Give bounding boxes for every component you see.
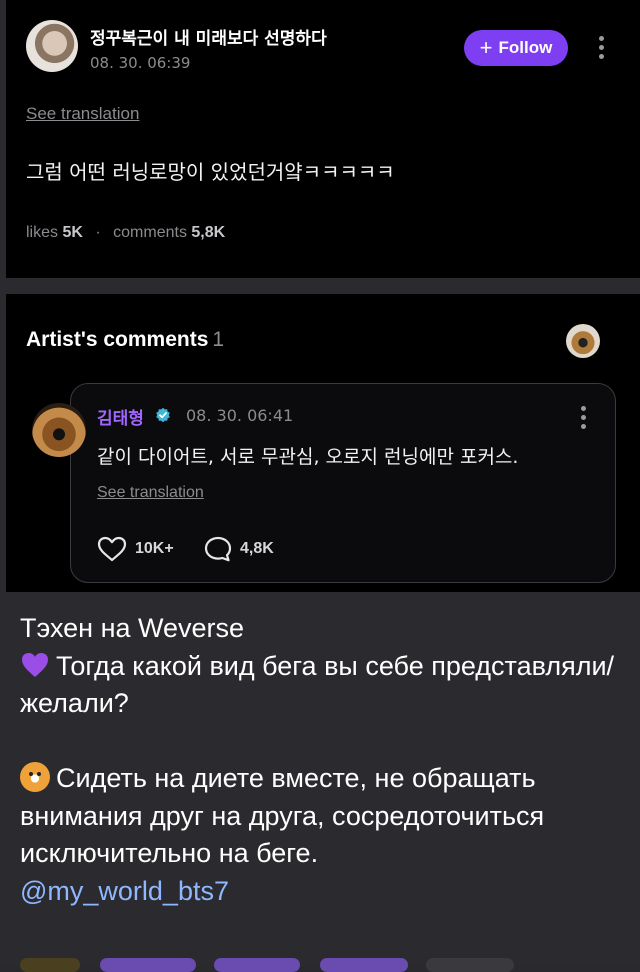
heart-outline-icon: [97, 536, 127, 562]
reaction-chip[interactable]: [20, 958, 80, 972]
reaction-chip[interactable]: [320, 958, 408, 972]
artist-mini-avatar[interactable]: [566, 324, 600, 358]
caption-answer-line: Сидеть на диете вместе, не обращать вним…: [20, 760, 620, 873]
comment-reply-button[interactable]: 4,8K: [204, 536, 274, 562]
post-stats: likes 5K · comments 5,8K: [26, 224, 225, 242]
comments-count: 5,8K: [191, 224, 226, 241]
caption-answer: Сидеть на диете вместе, не обращать вним…: [20, 763, 545, 868]
follow-button[interactable]: + Follow: [464, 30, 568, 66]
comment-like-button[interactable]: 10K+: [97, 536, 174, 562]
post-username[interactable]: 정꾸복근이 내 미래보다 선명하다: [90, 24, 327, 49]
plus-icon: +: [479, 35, 493, 60]
verified-badge-icon: [156, 407, 170, 423]
tiger-face-icon: [20, 762, 50, 792]
reaction-chip[interactable]: [214, 958, 300, 972]
post-see-translation-link[interactable]: See translation: [26, 104, 139, 124]
comment-more-options-icon[interactable]: [581, 406, 587, 429]
reaction-chip[interactable]: [100, 958, 196, 972]
caption-question: Тогда какой вид бега вы себе представлял…: [20, 650, 615, 719]
comment-timestamp: 08. 30. 06:41: [186, 406, 294, 425]
more-options-icon[interactable]: [599, 36, 605, 59]
artist-comments-heading: Artist's comments 1: [26, 328, 224, 352]
comment-reply-count: 4,8K: [240, 540, 274, 557]
likes-label: likes: [26, 224, 59, 241]
stats-separator: ·: [95, 224, 101, 241]
artist-name[interactable]: 김태형: [97, 404, 144, 429]
channel-link[interactable]: @my_world_bts7: [20, 876, 229, 906]
likes-count: 5K: [62, 224, 83, 241]
reaction-chip[interactable]: [426, 958, 514, 972]
artist-avatar[interactable]: [32, 403, 86, 457]
post-text: 그럼 어떤 러닝로망이 있었던거얔ㅋㅋㅋㅋㅋ: [26, 160, 395, 184]
follow-label: Follow: [498, 38, 553, 57]
message-caption: Тэхен на Weverse Тогда какой вид бега вы…: [20, 610, 620, 910]
comment-like-count: 10K+: [135, 540, 174, 557]
user-avatar[interactable]: [26, 20, 78, 72]
post-timestamp: 08. 30. 06:39: [90, 54, 191, 72]
artist-comments-count: 1: [212, 328, 225, 351]
caption-question-line: Тогда какой вид бега вы себе представлял…: [20, 648, 620, 723]
purple-heart-icon: [20, 650, 50, 680]
caption-link-line: @my_world_bts7: [20, 873, 620, 911]
speech-bubble-icon: [204, 536, 232, 562]
comment-see-translation-link[interactable]: See translation: [97, 484, 204, 502]
comments-label: comments: [113, 224, 187, 241]
comment-text: 같이 다이어트, 서로 무관심, 오로지 런닝에만 포커스.: [97, 446, 519, 468]
artist-comments-title: Artist's comments: [26, 328, 209, 351]
caption-title: Тэхен на Weverse: [20, 613, 245, 643]
screen: 정꾸복근이 내 미래보다 선명하다 08. 30. 06:39 + Follow…: [0, 0, 640, 972]
